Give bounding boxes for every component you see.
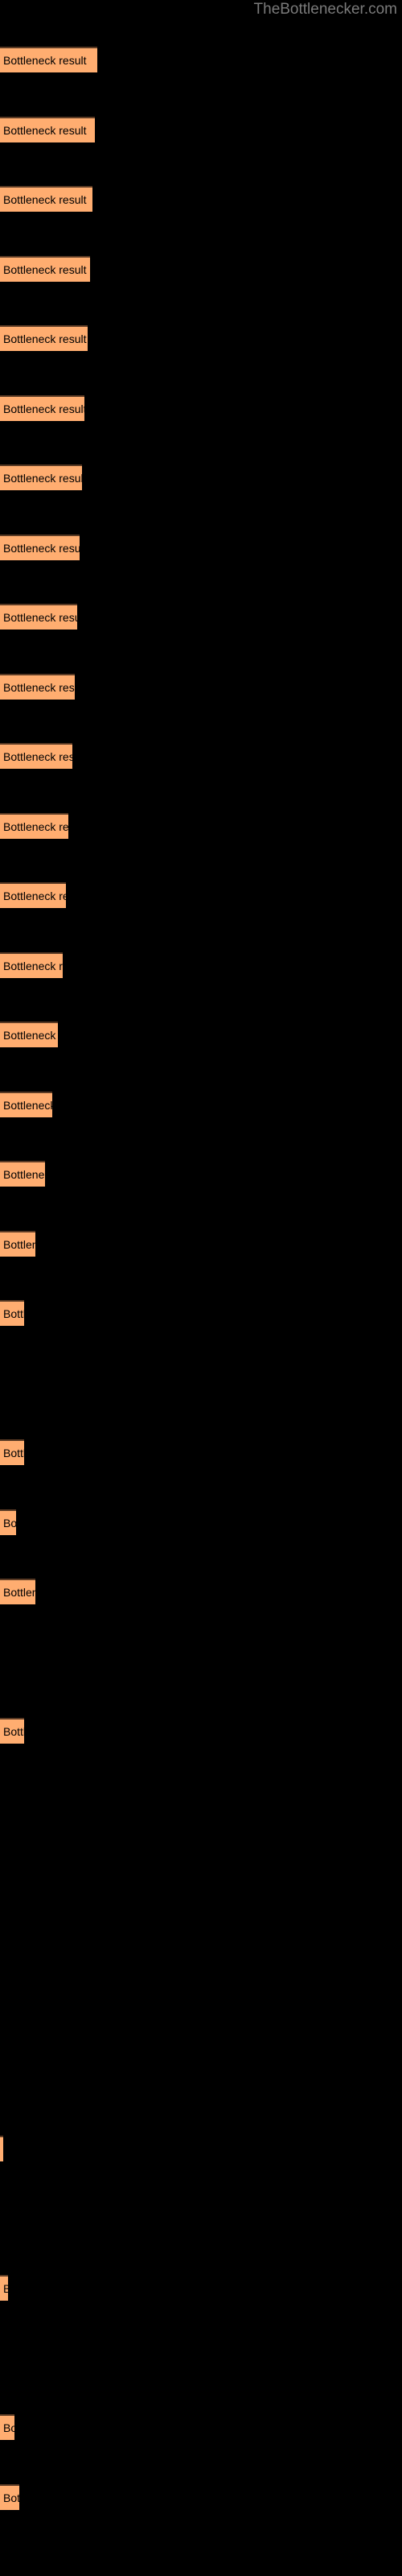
chart-bar[interactable]: Bottleneck result [0,464,82,490]
chart-bar[interactable]: Bottleneck result [0,1300,24,1326]
chart-bar[interactable]: Bottleneck result [0,813,68,839]
chart-bar[interactable]: Bottleneck result [0,604,77,630]
chart-bar[interactable]: Bottleneck result [0,535,80,560]
chart-bar-label: Bottleneck result [3,750,72,763]
chart-bar-label: Bottleneck result [3,1586,35,1599]
chart-bar[interactable]: Bottleneck result [0,395,84,421]
chart-bar[interactable]: Bottleneck result [0,256,90,282]
chart-bar-label: Bottleneck result [3,542,80,555]
chart-bar[interactable]: Bottleneck result [0,1579,35,1604]
chart-bar-label: Bottleneck result [3,681,75,694]
chart-bar[interactable]: Bottleneck result [0,1509,16,1535]
chart-bar-label: Bottleneck result [3,890,66,902]
chart-bar[interactable]: Bottleneck result [0,1231,35,1257]
chart-bar-label: Bottleneck result [3,1029,58,1042]
chart-bar[interactable]: Bottleneck result [0,1439,24,1465]
chart-bar[interactable]: Bottleneck result [0,882,66,908]
chart-bar[interactable]: Bottleneck result [0,117,95,142]
chart-bar[interactable]: Bottleneck result [0,1092,52,1117]
chart-bar-label: Bottleneck result [3,332,87,345]
chart-bar[interactable]: Bottleneck result [0,2484,19,2510]
chart-bar-label: Bottleneck result [3,1099,52,1112]
chart-bar-label: Bottleneck result [3,820,68,833]
chart-bar[interactable]: Bottleneck result [0,2275,8,2301]
chart-bar-label: Bottleneck result [3,2282,8,2295]
chart-bar[interactable]: Bottleneck result [0,186,92,212]
chart-bar[interactable]: Bottleneck result [0,952,63,978]
bottleneck-bar-chart: Bottleneck result Bottleneck result Bottle… [0,0,402,2576]
chart-bar[interactable]: Bottleneck result [0,1161,45,1187]
chart-bar-label: Bottleneck result [3,1447,24,1459]
chart-bar[interactable]: Bottleneck result [0,2136,3,2161]
chart-bar-label: Bottleneck result [3,1517,16,1530]
chart-bar-label: Bottleneck result [3,960,63,972]
chart-bar-label: Bottleneck result [3,611,77,624]
chart-bar-label: Bottleneck result [3,1238,35,1251]
chart-bar[interactable]: Bottleneck result [0,47,97,72]
chart-bar-label: Bottleneck result [3,2491,19,2504]
chart-bar-label: Bottleneck result [3,402,84,415]
chart-bar[interactable]: Bottleneck result [0,674,75,700]
chart-bar-label: Bottleneck result [3,193,87,206]
chart-bar-label: Bottleneck result [3,2421,14,2434]
chart-bar-label: Bottleneck result [3,1168,45,1181]
chart-bar-label: Bottleneck result [3,54,87,67]
chart-bar-label: Bottleneck result [3,1307,24,1320]
chart-bar[interactable]: Bottleneck result [0,2414,14,2440]
chart-bar[interactable]: Bottleneck result [0,1718,24,1744]
chart-bar-label: Bottleneck result [3,263,87,276]
page-root: TheBottlenecker.com Bottleneck result Bot… [0,0,402,2576]
chart-bar-label: Bottleneck result [3,124,87,137]
chart-bar[interactable]: Bottleneck result [0,325,88,351]
chart-bar-label: Bottleneck result [3,472,82,485]
chart-bar[interactable]: Bottleneck result [0,1022,58,1047]
chart-bar-label: Bottleneck result [3,1725,24,1738]
chart-bar[interactable]: Bottleneck result [0,743,72,769]
